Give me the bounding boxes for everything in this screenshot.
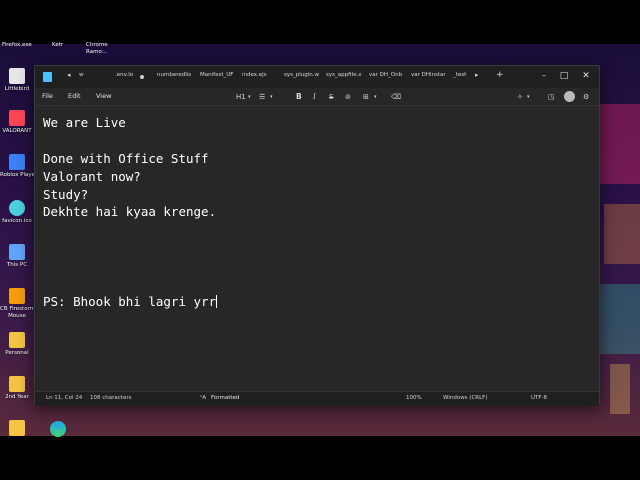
table-icon[interactable]: ⊞ [363, 91, 369, 103]
text-caret [216, 294, 218, 308]
tab-test[interactable]: _test [453, 72, 475, 78]
character-count: 108 characters [90, 395, 132, 401]
strikethrough-button[interactable]: S [329, 91, 333, 103]
tab-dh-onb[interactable]: var DH_Onb [369, 72, 405, 78]
line-ending[interactable]: Windows (CRLF) [443, 395, 487, 401]
editor-line-current: PS: Bhook bhi lagri yrr [43, 293, 599, 311]
letterbox-top [0, 0, 640, 44]
editor-line: Valorant now? [43, 168, 141, 184]
menu-file[interactable]: File [42, 92, 53, 100]
chevron-down-icon: ▾ [248, 94, 251, 100]
tab-sys-appfile[interactable]: sys_appfile.x [326, 72, 364, 78]
editor-line: Done with Office Stuff [43, 150, 209, 166]
menu-bar: File Edit View H1 ▾ ☰ ▾ B I S ⊘ ⊞ ▾ ⌫ ✧ … [35, 88, 599, 106]
desktop-icon-favicon[interactable]: favicon.ico [0, 200, 34, 225]
text-editor[interactable]: We are Live Done with Office Stuff Valor… [35, 106, 599, 391]
clear-formatting-icon[interactable]: ⌫ [391, 91, 401, 103]
tab-scroll-right-icon[interactable]: ▸ [475, 71, 479, 79]
desktop-icon-folder[interactable] [0, 420, 34, 436]
zoom-level[interactable]: 100% [406, 395, 422, 401]
notification-icon[interactable]: ◳ [548, 91, 555, 103]
desktop-icon-littlebird[interactable]: Littlebird [0, 68, 34, 93]
encoding[interactable]: UTF-8 [531, 395, 547, 401]
copilot-icon[interactable]: ✧ [517, 91, 523, 103]
firestorm-icon [9, 288, 25, 304]
format-icon: ᴬA [200, 395, 207, 401]
gear-icon[interactable]: ⚙ [583, 91, 589, 103]
chevron-down-icon: ▾ [527, 94, 530, 100]
desktop-icon-roblox[interactable]: Roblox Player [0, 154, 34, 179]
folder-icon [9, 420, 25, 436]
desktop-icon-2nd-year[interactable]: 2nd Year [0, 376, 34, 401]
title-bar[interactable]: ◂ w .env.lo numberedlis Manifest_UF inde… [35, 66, 599, 88]
roblox-icon [9, 154, 25, 170]
tab-scroll-left-icon[interactable]: ◂ [67, 71, 71, 79]
desktop-icon-personal[interactable]: Personal [0, 332, 34, 357]
folder-icon [9, 332, 25, 348]
status-bar: Ln 11, Col 24 108 characters ᴬA Formatte… [35, 391, 599, 406]
cursor-position: Ln 11, Col 24 [46, 395, 83, 401]
notepad-window[interactable]: ◂ w .env.lo numberedlis Manifest_UF inde… [34, 65, 600, 406]
maximize-button[interactable]: □ [555, 69, 573, 83]
valorant-icon [9, 110, 25, 126]
wallpaper-decoration [610, 364, 630, 414]
bold-button[interactable]: B [296, 91, 302, 103]
desktop-label-ramo[interactable]: Ramo... [86, 49, 107, 55]
wallpaper-decoration [600, 284, 640, 354]
desktop-icon-firestorm[interactable]: CB Firestorm Mouse [0, 288, 34, 320]
desktop-top-labels: Firefox.exe Ketr Chrome Ramo... [0, 42, 640, 58]
notepad-app-icon [43, 72, 52, 82]
wallpaper-decoration [600, 104, 640, 184]
chevron-down-icon: ▾ [270, 94, 273, 100]
tab-first[interactable]: w [79, 72, 95, 78]
tab-index[interactable]: index.ejs [242, 72, 272, 78]
minimize-button[interactable]: – [535, 69, 553, 83]
desktop-icon-valorant[interactable]: VALORANT [0, 110, 34, 135]
wallpaper-decoration [604, 204, 640, 264]
tab-sys-plugin[interactable]: sys_plugin.w [284, 72, 320, 78]
bird-app-icon [9, 68, 25, 84]
format-status[interactable]: Formatted [211, 395, 239, 401]
close-button[interactable]: ✕ [577, 69, 595, 83]
tab-dh-instar[interactable]: var DHinstar [411, 72, 447, 78]
favicon-icon [9, 200, 25, 216]
menu-edit[interactable]: Edit [68, 92, 81, 100]
list-icon[interactable]: ☰ [259, 91, 265, 103]
folder-icon [9, 376, 25, 392]
desktop-label-ketr[interactable]: Ketr [52, 42, 63, 48]
computer-icon [9, 244, 25, 260]
edge-browser-icon[interactable] [50, 421, 66, 437]
editor-line-text: PS: Bhook bhi lagri yrr [43, 293, 217, 309]
desktop-label-firefox[interactable]: Firefox.exe [2, 42, 32, 48]
tab-manifest[interactable]: Manifest_UF [200, 72, 236, 78]
chevron-down-icon: ▾ [374, 94, 377, 100]
unsaved-dot-icon [140, 75, 144, 79]
desktop-label-chrome[interactable]: Chrome [86, 42, 108, 48]
editor-line: Dekhte hai kyaa krenge. [43, 204, 217, 220]
new-tab-button[interactable]: + [496, 70, 504, 80]
menu-view[interactable]: View [96, 92, 111, 100]
italic-button[interactable]: I [313, 91, 316, 103]
tab-env[interactable]: .env.lo [115, 72, 137, 78]
heading-dropdown[interactable]: H1 [236, 91, 246, 103]
letterbox-bottom [0, 436, 640, 480]
link-icon[interactable]: ⊘ [345, 91, 351, 103]
desktop-icon-this-pc[interactable]: This PC [0, 244, 34, 269]
tab-numberedlis[interactable]: numberedlis [157, 72, 195, 78]
editor-line: Study? [43, 186, 89, 202]
editor-line: We are Live [43, 115, 126, 130]
avatar[interactable] [564, 91, 575, 102]
